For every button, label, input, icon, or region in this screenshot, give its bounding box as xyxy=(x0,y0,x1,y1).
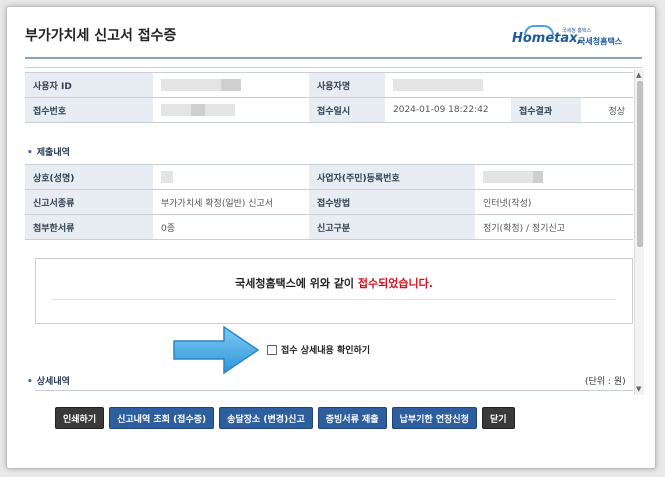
redacted-block xyxy=(393,79,483,91)
redacted-block xyxy=(483,171,533,183)
vertical-scrollbar[interactable]: ▲ ▼ xyxy=(634,69,644,395)
business-name-label: 상호(성명) xyxy=(25,164,153,190)
business-name-value xyxy=(153,164,309,190)
filing-method-value: 인터넷(작성) xyxy=(475,189,633,215)
user-name-value xyxy=(385,72,633,98)
receipt-result-value: 정상 xyxy=(581,97,633,123)
registration-number-value xyxy=(475,164,633,190)
receipt-datetime-value: 2024-01-09 18:22:42 xyxy=(385,97,511,123)
arrow-right-icon xyxy=(173,325,260,375)
table-row: 접수번호 접수일시 2024-01-09 18:22:42 접수결과 정상 xyxy=(25,97,633,123)
attachments-value: 0종 xyxy=(153,214,309,240)
receipt-scroll-area[interactable]: 사용자 ID 사용자명 접수번호 접수일시 2024-01-09 18:22:4… xyxy=(25,67,642,393)
return-type-value: 부가가치세 확정(일반) 신고서 xyxy=(153,189,309,215)
title-divider xyxy=(25,57,642,59)
confirmation-message: 국세청홈택스에 위와 같이 접수되었습니다. xyxy=(36,275,632,291)
redacted-block xyxy=(221,79,241,91)
table-row: 사용자 ID 사용자명 xyxy=(25,72,633,98)
detail-checkbox[interactable] xyxy=(267,344,277,355)
redacted-block xyxy=(161,104,191,116)
print-button[interactable]: 인쇄하기 xyxy=(55,407,105,429)
submit-evidence-button[interactable]: 증빙서류 제출 xyxy=(317,407,387,429)
details-table-top xyxy=(35,390,633,393)
view-filing-history-button[interactable]: 신고내역 조회 (접수증) xyxy=(109,407,215,429)
receipt-datetime-label: 접수일시 xyxy=(309,97,385,123)
chevron-down-icon[interactable]: ▼ xyxy=(636,385,641,393)
submission-table: 상호(성명) 사업자(주민)등록번호 신고서종류 부가가치세 확정(일반) 신고… xyxy=(25,164,633,240)
redacted-block xyxy=(161,79,221,91)
return-type-label: 신고서종류 xyxy=(25,189,153,215)
user-name-label: 사용자명 xyxy=(309,72,385,98)
confirmation-highlight: 접수되었습니다. xyxy=(357,277,433,290)
redacted-block xyxy=(205,104,235,116)
receipt-result-label: 접수결과 xyxy=(511,97,581,123)
detail-checkbox-label[interactable]: 접수 상세내용 확인하기 xyxy=(281,343,370,356)
details-section-heading: 상세내역 xyxy=(27,374,70,387)
scrollbar-thumb[interactable] xyxy=(637,81,643,247)
user-info-table: 사용자 ID 사용자명 접수번호 접수일시 2024-01-09 18:22:4… xyxy=(25,72,633,123)
table-row: 첨부한서류 0종 신고구분 정기(확정) / 정기신고 xyxy=(25,214,633,240)
table-row: 상호(성명) 사업자(주민)등록번호 xyxy=(25,164,633,190)
confirmation-text: 국세청홈택스에 위와 같이 xyxy=(235,277,358,290)
receipt-dialog: 부가가치세 신고서 접수증 국세청 홈택스 Hometax, 국세청홈택스 사용… xyxy=(6,6,656,469)
unit-label: (단위 : 원) xyxy=(585,377,626,387)
user-id-value xyxy=(153,72,309,98)
redacted-block xyxy=(161,171,173,183)
logo-korean: 국세청홈택스 xyxy=(578,37,623,46)
confirmation-message-box: 국세청홈택스에 위와 같이 접수되었습니다. xyxy=(35,258,633,324)
dialog-title: 부가가치세 신고서 접수증 xyxy=(25,28,177,44)
filing-category-label: 신고구분 xyxy=(309,214,475,240)
chevron-up-icon[interactable]: ▲ xyxy=(636,71,641,79)
action-button-bar: 인쇄하기 신고내역 조회 (접수증) 송달장소 (변경)신고 증빙서류 제출 납… xyxy=(55,407,515,431)
filing-method-label: 접수방법 xyxy=(309,189,475,215)
submission-section-heading: 제출내역 xyxy=(27,145,70,158)
receipt-number-value xyxy=(153,97,309,123)
attachments-label: 첨부한서류 xyxy=(25,214,153,240)
hometax-logo: 국세청 홈택스 Hometax, 국세청홈택스 xyxy=(510,25,632,51)
logo-brand: Hometax, xyxy=(512,31,583,46)
detail-checkbox-row[interactable]: 접수 상세내용 확인하기 xyxy=(267,343,370,356)
user-id-label: 사용자 ID xyxy=(25,72,153,98)
receipt-number-label: 접수번호 xyxy=(25,97,153,123)
message-divider xyxy=(52,299,616,300)
table-row: 신고서종류 부가가치세 확정(일반) 신고서 접수방법 인터넷(작성) xyxy=(25,189,633,215)
payment-extension-button[interactable]: 납부기한 연장신청 xyxy=(391,407,477,429)
registration-number-label: 사업자(주민)등록번호 xyxy=(309,164,475,190)
redacted-block xyxy=(191,104,205,116)
delivery-address-change-button[interactable]: 송달장소 (변경)신고 xyxy=(219,407,313,429)
close-button[interactable]: 닫기 xyxy=(481,407,515,429)
redacted-block xyxy=(533,171,543,183)
filing-category-value: 정기(확정) / 정기신고 xyxy=(475,214,633,240)
